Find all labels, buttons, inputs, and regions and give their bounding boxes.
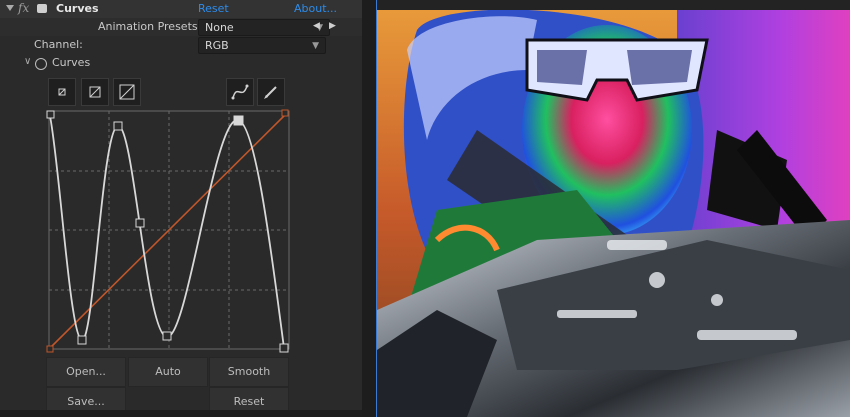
pencil-tool-button[interactable] bbox=[257, 78, 285, 106]
curves-graph[interactable] bbox=[46, 108, 292, 356]
control-point[interactable] bbox=[162, 331, 172, 341]
effect-controls-panel: fx Curves Reset About... Animation Prese… bbox=[0, 0, 362, 417]
large-graph-button[interactable] bbox=[113, 78, 141, 106]
fx-icon[interactable]: fx bbox=[18, 1, 29, 15]
panel-footer bbox=[0, 410, 362, 417]
curves-property-row: ∨ Curves bbox=[0, 54, 362, 72]
chevron-down-icon: ▼ bbox=[312, 41, 319, 51]
next-preset-icon[interactable]: ▶ bbox=[329, 21, 336, 31]
large-graph-icon bbox=[119, 84, 135, 100]
channel-row: Channel: RGB ▼ bbox=[0, 36, 362, 54]
small-graph-icon bbox=[58, 88, 66, 96]
reset-link[interactable]: Reset bbox=[198, 2, 229, 15]
previous-preset-icon[interactable]: ◀ bbox=[313, 21, 320, 31]
control-point[interactable] bbox=[46, 110, 55, 119]
effect-header[interactable]: fx Curves Reset About... bbox=[0, 0, 362, 18]
channel-dropdown[interactable]: RGB ▼ bbox=[198, 37, 326, 54]
channel-label: Channel: bbox=[34, 38, 83, 51]
rgb-endpoint[interactable] bbox=[46, 345, 54, 353]
panel-divider[interactable] bbox=[362, 0, 377, 417]
control-point-selected[interactable] bbox=[233, 115, 244, 126]
stopwatch-icon[interactable] bbox=[35, 58, 47, 70]
control-point[interactable] bbox=[113, 121, 123, 131]
control-point[interactable] bbox=[77, 335, 87, 345]
smooth-button[interactable]: Smooth bbox=[209, 357, 289, 387]
curves-label: Curves bbox=[52, 56, 91, 69]
effect-name: Curves bbox=[56, 2, 99, 15]
animation-presets-label: Animation Presets: bbox=[98, 20, 202, 33]
animation-presets-value: None bbox=[205, 21, 234, 34]
effect-type-icon bbox=[37, 4, 47, 13]
composition-viewer[interactable] bbox=[377, 10, 850, 417]
rgb-endpoint[interactable] bbox=[281, 109, 289, 117]
collapse-triangle-icon[interactable] bbox=[6, 5, 14, 11]
bezier-curve-icon bbox=[231, 84, 249, 100]
about-link[interactable]: About... bbox=[294, 2, 337, 15]
small-graph-button[interactable] bbox=[48, 78, 76, 106]
medium-graph-button[interactable] bbox=[81, 78, 109, 106]
animation-presets-row: Animation Presets: None ▼ ◀ ▶ bbox=[0, 18, 362, 36]
expand-chevron-icon[interactable]: ∨ bbox=[24, 56, 31, 67]
auto-button[interactable]: Auto bbox=[128, 357, 208, 387]
bezier-tool-button[interactable] bbox=[226, 78, 254, 106]
control-point[interactable] bbox=[135, 218, 145, 228]
animation-presets-dropdown[interactable]: None ▼ bbox=[198, 19, 330, 36]
control-point[interactable] bbox=[279, 343, 289, 353]
open-button[interactable]: Open... bbox=[46, 357, 126, 387]
composition-preview-image bbox=[377, 10, 850, 417]
pencil-icon bbox=[264, 86, 277, 99]
channel-value: RGB bbox=[205, 39, 229, 52]
medium-graph-icon bbox=[89, 86, 101, 98]
